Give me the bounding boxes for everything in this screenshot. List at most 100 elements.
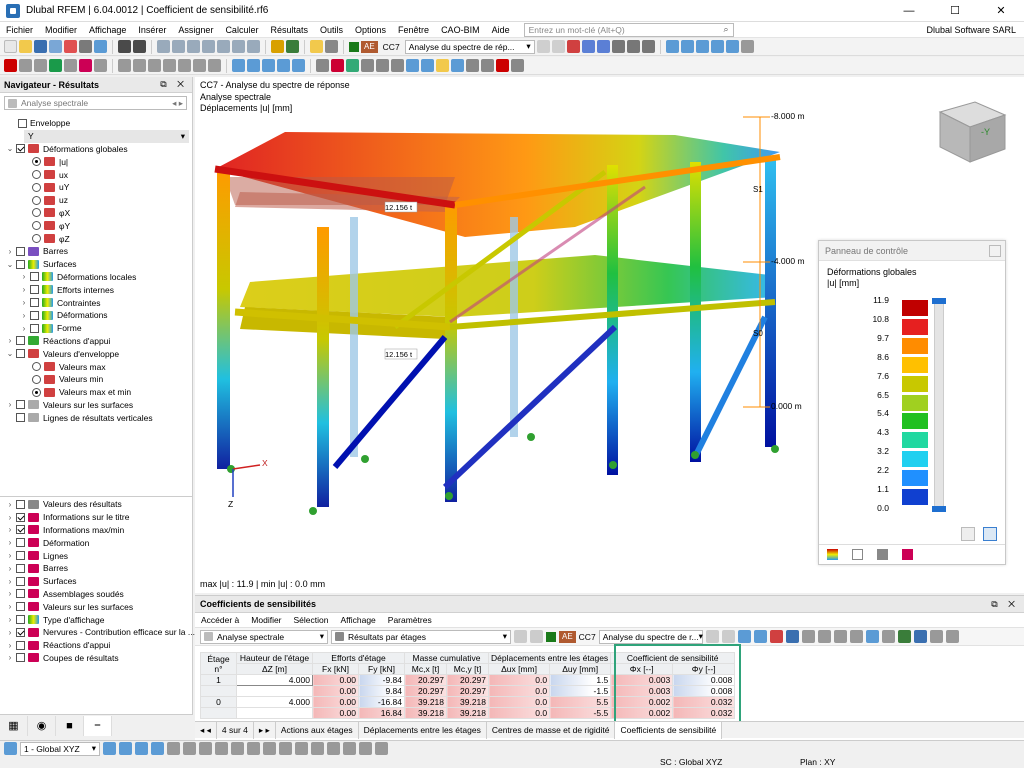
report-icon[interactable] bbox=[481, 59, 494, 72]
checkbox[interactable] bbox=[30, 272, 39, 282]
dxf-icon[interactable] bbox=[151, 742, 164, 755]
save-all-icon[interactable] bbox=[49, 40, 62, 53]
menu-outils[interactable]: Outils bbox=[314, 25, 349, 35]
expand-icon[interactable]: › bbox=[6, 589, 14, 598]
status-5-icon[interactable] bbox=[279, 742, 292, 755]
status-8-icon[interactable] bbox=[327, 742, 340, 755]
result-values-icon[interactable] bbox=[581, 40, 595, 53]
expand-icon[interactable]: › bbox=[6, 500, 14, 509]
node-icon[interactable] bbox=[4, 59, 17, 72]
calculate-icon[interactable] bbox=[271, 40, 284, 53]
panel-scale-icon[interactable] bbox=[983, 527, 997, 541]
tree-type-affichage[interactable]: › Type d'affichage bbox=[0, 613, 193, 626]
pager-nav[interactable]: ◂ ◂ bbox=[195, 721, 217, 739]
ortho-mode-icon[interactable] bbox=[135, 742, 148, 755]
views-tab-icon[interactable]: ■ bbox=[56, 715, 84, 736]
filter-icon[interactable] bbox=[310, 40, 323, 53]
legend-slider-track[interactable] bbox=[934, 299, 944, 511]
checkbox[interactable] bbox=[30, 323, 39, 333]
cs-icon[interactable] bbox=[4, 742, 17, 755]
menu-affichage[interactable]: Affichage bbox=[83, 25, 132, 35]
visibility-mode-icon[interactable] bbox=[199, 742, 212, 755]
results-menu-affichage[interactable]: Affichage bbox=[334, 615, 381, 625]
hinge-icon[interactable] bbox=[94, 59, 107, 72]
checkbox[interactable] bbox=[16, 413, 25, 423]
tree-uz[interactable]: uz bbox=[0, 194, 193, 207]
expand-icon[interactable]: › bbox=[6, 641, 14, 650]
model-icon[interactable] bbox=[94, 40, 107, 53]
display-icon[interactable] bbox=[325, 40, 338, 53]
checkbox[interactable] bbox=[16, 563, 25, 573]
prev-icon[interactable] bbox=[536, 40, 550, 53]
coordinate-system-select[interactable]: 1 - Global XYZ ▾ bbox=[20, 741, 100, 756]
expand-icon[interactable]: › bbox=[6, 602, 14, 611]
checkbox[interactable] bbox=[18, 118, 27, 128]
section-icon[interactable] bbox=[232, 59, 245, 72]
checkbox[interactable] bbox=[16, 499, 25, 509]
tree-info-maxmin[interactable]: › Informations max/min bbox=[0, 524, 193, 537]
expand-icon[interactable]: › bbox=[6, 551, 14, 560]
filter-icon[interactable] bbox=[913, 630, 927, 643]
rotate-icon[interactable] bbox=[193, 59, 206, 72]
tree-phiz[interactable]: φZ bbox=[0, 232, 193, 245]
menu-modifier[interactable]: Modifier bbox=[39, 25, 83, 35]
solid-render-icon[interactable] bbox=[292, 59, 305, 72]
surface-icon[interactable] bbox=[49, 59, 62, 72]
menu-fichier[interactable]: Fichier bbox=[0, 25, 39, 35]
copy-icon[interactable] bbox=[881, 630, 895, 643]
member-icon[interactable] bbox=[34, 59, 47, 72]
undo-icon[interactable] bbox=[118, 40, 131, 53]
new-file-icon[interactable] bbox=[4, 40, 17, 53]
tree-valeurs-enveloppe[interactable]: ⌄ Valeurs d'enveloppe bbox=[0, 347, 193, 360]
checkbox[interactable] bbox=[16, 589, 25, 599]
expand-icon[interactable]: › bbox=[6, 628, 14, 637]
snap-icon[interactable] bbox=[118, 59, 131, 72]
legend-tab-icon[interactable] bbox=[827, 549, 838, 560]
tree-reactions-appui-bottom[interactable]: › Réactions d'appui bbox=[0, 639, 193, 652]
tree-forme[interactable]: › Forme bbox=[0, 322, 193, 335]
excel-icon[interactable] bbox=[897, 630, 911, 643]
radio[interactable] bbox=[32, 157, 41, 167]
results-tab-icon[interactable]: ⎯ bbox=[84, 715, 112, 736]
checkbox[interactable] bbox=[30, 310, 39, 320]
support-icon[interactable] bbox=[79, 59, 92, 72]
tree-surfaces[interactable]: ⌄ Surfaces bbox=[0, 258, 193, 271]
prev-load-icon[interactable] bbox=[705, 630, 719, 643]
radio[interactable] bbox=[32, 387, 41, 397]
menu-inserer[interactable]: Insérer bbox=[132, 25, 172, 35]
maximize-button[interactable]: ☐ bbox=[932, 0, 978, 22]
scale-icon[interactable] bbox=[641, 40, 655, 53]
expand-icon[interactable]: › bbox=[6, 525, 14, 534]
control-panel-close-icon[interactable] bbox=[989, 244, 1001, 257]
display-tab-icon[interactable]: ◉ bbox=[28, 715, 56, 736]
print-icon[interactable] bbox=[945, 630, 959, 643]
expand-icon[interactable]: › bbox=[6, 538, 14, 547]
expand-icon[interactable]: › bbox=[6, 336, 14, 345]
columns-icon[interactable] bbox=[817, 630, 831, 643]
tree-nervures[interactable]: › Nervures - Contribution efficace sur la… bbox=[0, 626, 195, 639]
tree-info-titre[interactable]: › Informations sur le titre bbox=[0, 511, 193, 524]
status-10-icon[interactable] bbox=[359, 742, 372, 755]
checkbox[interactable] bbox=[16, 400, 25, 410]
menu-fenetre[interactable]: Fenêtre bbox=[392, 25, 435, 35]
data-tab-icon[interactable]: ▦ bbox=[0, 715, 28, 736]
expand-icon[interactable]: › bbox=[6, 615, 14, 624]
radio[interactable] bbox=[32, 182, 41, 192]
tab-deplacements[interactable]: Déplacements entre les étages bbox=[359, 721, 487, 739]
units-icon[interactable] bbox=[785, 630, 799, 643]
tree-barres-bottom[interactable]: › Barres bbox=[0, 562, 193, 575]
guideline-icon[interactable] bbox=[391, 59, 404, 72]
expand-icon[interactable]: › bbox=[20, 285, 28, 294]
view-6-icon[interactable] bbox=[232, 40, 245, 53]
next-icon[interactable] bbox=[530, 630, 543, 643]
tree-coupes[interactable]: › Coupes de résultats bbox=[0, 652, 193, 665]
cell-hauteur[interactable]: 4.000 bbox=[236, 674, 313, 686]
tree-reactions-appui[interactable]: › Réactions d'appui bbox=[0, 335, 193, 348]
check-icon[interactable] bbox=[346, 59, 359, 72]
grid-snap-icon[interactable] bbox=[133, 59, 146, 72]
next-load-icon[interactable] bbox=[721, 630, 735, 643]
tree-deformations-locales[interactable]: › Déformations locales bbox=[0, 271, 193, 284]
view-z-icon[interactable] bbox=[710, 40, 724, 53]
checkbox[interactable] bbox=[16, 349, 25, 359]
checkbox[interactable] bbox=[16, 538, 25, 548]
